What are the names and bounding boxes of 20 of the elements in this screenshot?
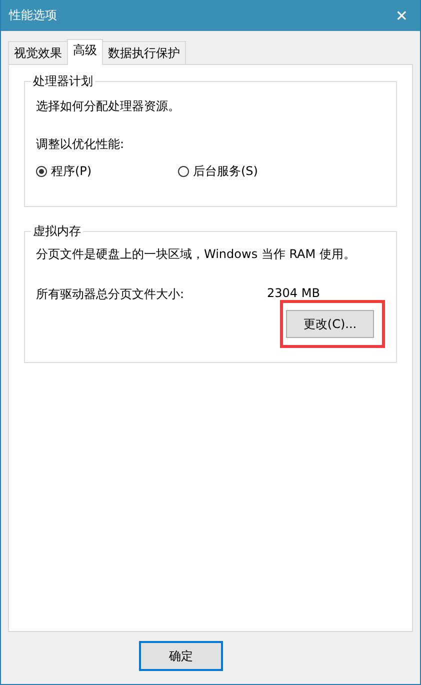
size-label: 所有驱动器总分页文件大小: <box>36 286 186 303</box>
description-text: 选择如何分配处理器资源。 <box>36 98 181 114</box>
close-button[interactable]: ✕ <box>391 6 412 24</box>
radio-button[interactable] <box>36 166 47 177</box>
group-title: 处理器计划 <box>31 73 95 90</box>
window-title: 性能选项 <box>9 7 57 24</box>
radio-label: 后台服务(S) <box>193 163 258 180</box>
tab[interactable]: 高级 <box>67 39 103 65</box>
size-value: 2304 MB <box>267 286 320 302</box>
ok-button[interactable]: 确定 <box>139 641 223 671</box>
tab[interactable]: 视觉效果 <box>8 41 68 64</box>
prompt-label: 调整以优化性能: <box>36 136 126 152</box>
radio-option[interactable]: 程序(P) <box>36 163 178 180</box>
change-button[interactable]: 更改(C)... <box>286 310 374 338</box>
description-text: 分页文件是硬盘上的一块区域，Windows 当作 RAM 使用。 <box>36 246 356 262</box>
radio-option[interactable]: 后台服务(S) <box>178 163 320 180</box>
radio-label: 程序(P) <box>51 163 92 180</box>
group-title: 虚拟内存 <box>31 223 83 240</box>
tab[interactable]: 数据执行保护 <box>102 41 186 64</box>
radio-button[interactable] <box>178 166 189 177</box>
